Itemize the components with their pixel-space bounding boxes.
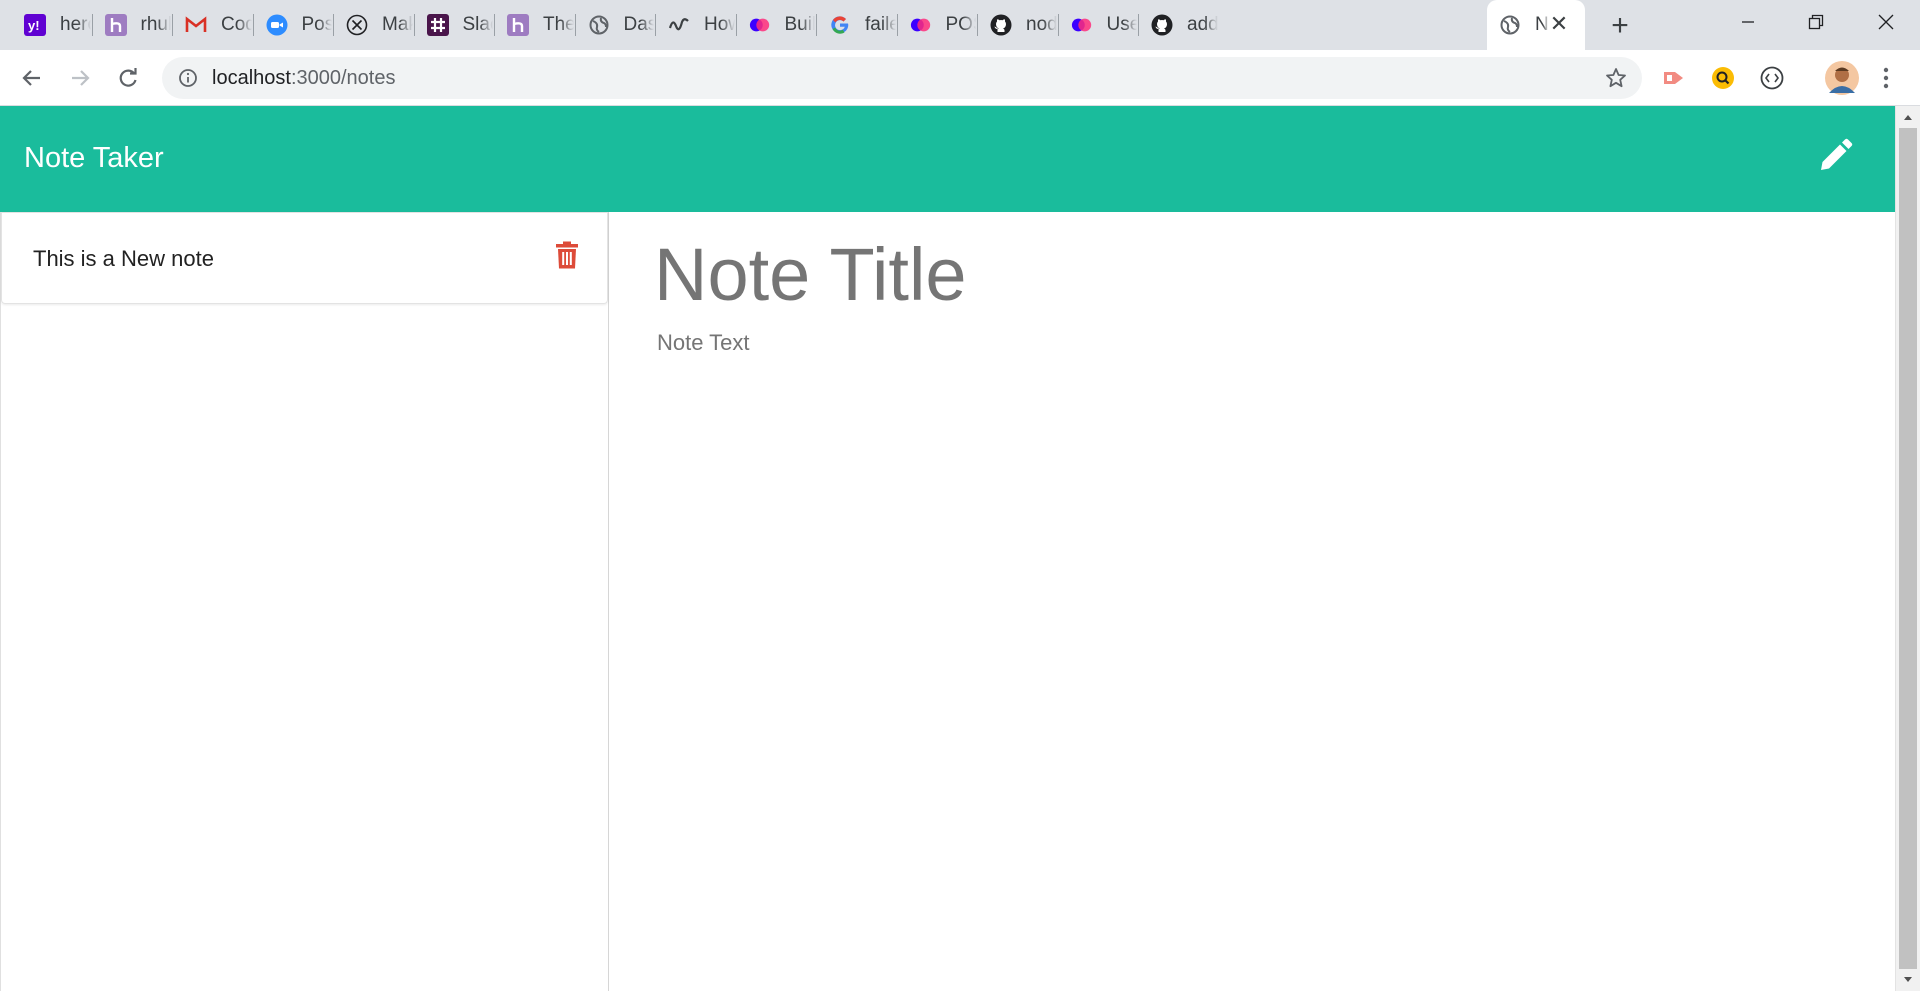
tab-label: How <box>704 14 735 35</box>
scroll-down-arrow-icon[interactable] <box>1896 969 1920 991</box>
browser-tab-strip: y! herol rhub Codi Post Maki Slack The I Dash How… <box>0 0 1920 50</box>
tab-9[interactable]: How <box>656 7 735 43</box>
app-title: Note Taker <box>24 142 164 174</box>
tab-label: node <box>1026 14 1057 35</box>
tab-label: POST <box>945 14 977 35</box>
globe-icon <box>1499 14 1521 36</box>
tab-label: Dash <box>623 14 655 35</box>
tab-3[interactable]: Codi <box>173 7 252 43</box>
scroll-up-arrow-icon[interactable] <box>1896 106 1920 128</box>
tab-label: failed <box>865 14 896 35</box>
browser-toolbar: localhost:3000/notes <box>0 50 1920 106</box>
extension-code-icon[interactable] <box>1758 64 1786 92</box>
browser-menu-icon[interactable] <box>1872 64 1900 92</box>
restore-button[interactable] <box>1788 0 1844 44</box>
tab-5[interactable]: Maki <box>334 7 413 43</box>
url-host: localhost <box>212 67 291 89</box>
pencil-icon <box>1815 136 1855 181</box>
note-editor <box>609 212 1895 991</box>
scrollbar-thumb[interactable] <box>1899 128 1917 969</box>
postman-icon <box>1071 14 1093 36</box>
x-circle-icon <box>346 14 368 36</box>
back-button[interactable] <box>14 60 50 96</box>
extension-search-icon[interactable] <box>1709 64 1737 92</box>
new-note-button[interactable] <box>1813 136 1857 180</box>
info-icon[interactable] <box>176 66 200 90</box>
tab-10[interactable]: Build <box>737 7 816 43</box>
github-icon <box>990 14 1012 36</box>
note-list-sidebar: This is a New note <box>0 212 609 991</box>
url-path: :3000/notes <box>290 67 396 89</box>
postman-icon <box>910 14 932 36</box>
forward-button[interactable] <box>62 60 98 96</box>
note-item-title: This is a New note <box>33 246 214 271</box>
close-window-button[interactable] <box>1858 0 1914 44</box>
tab-8[interactable]: Dash <box>576 7 655 43</box>
google-icon <box>829 14 851 36</box>
wave-icon <box>668 14 690 36</box>
profile-avatar[interactable] <box>1824 60 1860 96</box>
note-list-item[interactable]: This is a New note <box>1 212 608 304</box>
tab-label: herol <box>60 14 91 35</box>
tab-label: rhub <box>140 14 172 35</box>
tab-7[interactable]: The I <box>495 7 574 43</box>
minimize-button[interactable] <box>1720 0 1776 44</box>
page-scrollbar[interactable] <box>1895 106 1920 991</box>
trash-icon <box>555 241 579 274</box>
tab-15[interactable]: adde <box>1139 7 1218 43</box>
gmail-icon <box>185 14 207 36</box>
slack-icon <box>426 14 449 36</box>
heroku-icon <box>104 14 127 36</box>
extension-screencast-icon[interactable] <box>1660 64 1688 92</box>
tab-14[interactable]: Use I <box>1059 7 1138 43</box>
tab-active[interactable]: N ✕ <box>1487 0 1585 50</box>
svg-text:y!: y! <box>28 18 40 33</box>
note-title-input[interactable] <box>654 226 1834 322</box>
tab-4[interactable]: Post <box>254 7 333 43</box>
tab-label: The I <box>543 14 574 35</box>
github-icon <box>1151 14 1173 36</box>
tab-label: Codi <box>221 14 252 35</box>
tab-label: Maki <box>382 14 413 35</box>
app-header: Note Taker <box>0 106 1895 212</box>
tab-2[interactable]: rhub <box>93 7 172 43</box>
tab-label: Post <box>301 14 333 35</box>
address-bar[interactable]: localhost:3000/notes <box>162 57 1642 99</box>
tab-label: adde <box>1187 14 1218 35</box>
note-list: This is a New note <box>1 212 608 304</box>
yahoo-icon: y! <box>24 14 46 36</box>
delete-note-button[interactable] <box>553 241 581 273</box>
tab-label: Slack <box>462 14 494 35</box>
tab-11[interactable]: failed <box>817 7 896 43</box>
tab-label: Use I <box>1106 14 1138 35</box>
url-text: localhost:3000/notes <box>212 67 395 90</box>
postman-icon <box>749 14 771 36</box>
new-tab-button[interactable]: + <box>1604 9 1636 42</box>
heroku-icon <box>507 14 529 36</box>
bookmark-star-icon[interactable] <box>1604 66 1628 90</box>
tab-6[interactable]: Slack <box>415 7 494 43</box>
close-tab-icon[interactable]: ✕ <box>1547 11 1571 36</box>
tab-13[interactable]: node <box>978 7 1057 43</box>
zoom-icon <box>266 14 288 36</box>
globe-icon <box>588 14 610 36</box>
tab-1[interactable]: y! herol <box>12 7 91 43</box>
note-text-input[interactable] <box>657 330 1837 930</box>
tab-label: Build <box>784 14 816 35</box>
tab-12[interactable]: POST <box>898 7 977 43</box>
reload-button[interactable] <box>110 60 146 96</box>
